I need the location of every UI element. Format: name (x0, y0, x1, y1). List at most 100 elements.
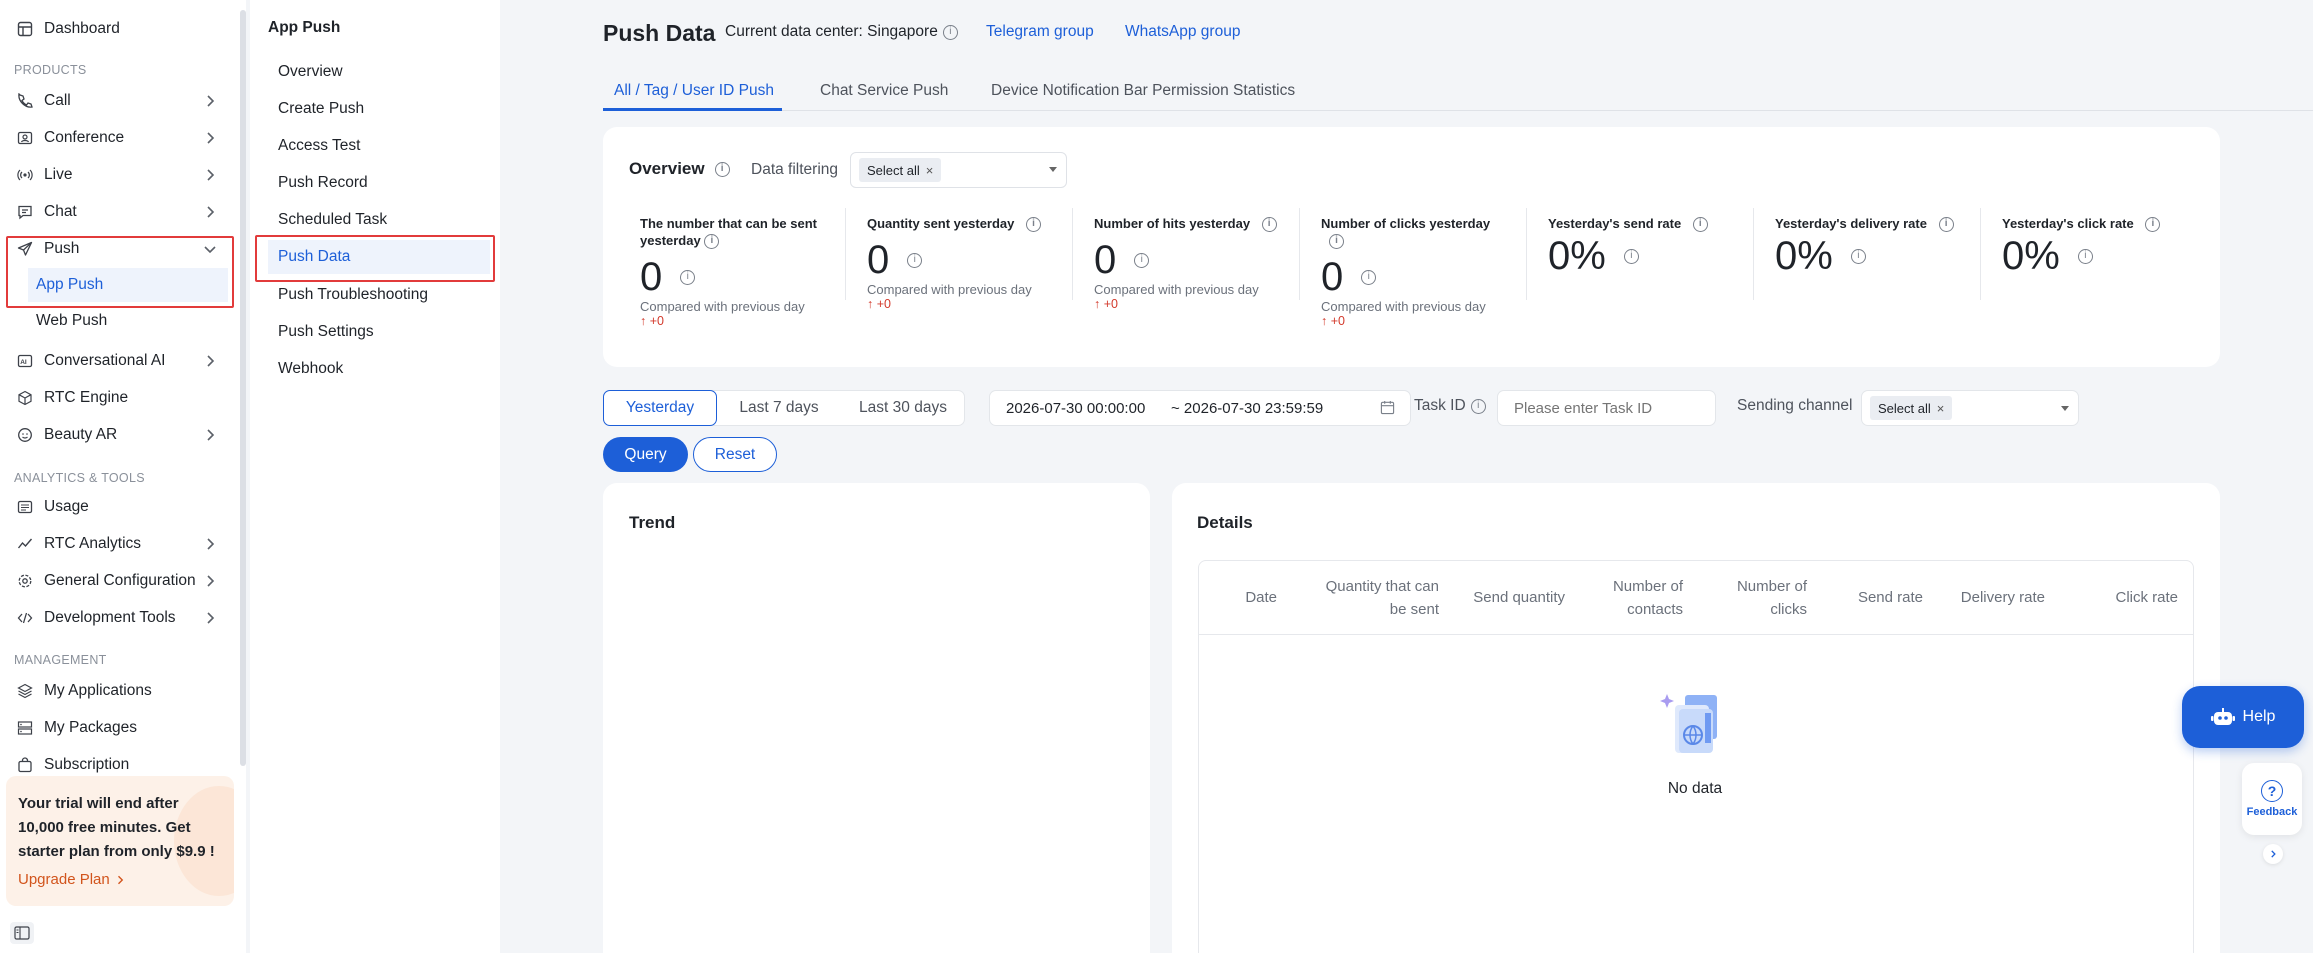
end-date[interactable]: ~ 2026-07-30 23:59:59 (1171, 400, 1323, 417)
sidebar-item-beauty-ar[interactable]: Beauty AR (8, 418, 230, 452)
whatsapp-group-link[interactable]: WhatsApp group (1125, 23, 1240, 41)
sidebar-scrollbar[interactable] (240, 10, 246, 766)
sidebar-item-conference[interactable]: Conference (8, 121, 230, 155)
metric-delta-value: +0 (1330, 314, 1345, 329)
start-date[interactable]: 2026-07-30 00:00:00 (1006, 400, 1145, 417)
chevron-right-icon (114, 874, 126, 886)
metric-value: 0 (1321, 255, 1344, 300)
info-icon[interactable]: i (1623, 248, 1639, 264)
query-button[interactable]: Query (603, 437, 688, 472)
metric-value-row: 0i (1321, 255, 1501, 299)
empty-state-icon (1659, 693, 1731, 755)
range-last-7-days[interactable]: Last 7 days (717, 390, 841, 426)
info-icon[interactable]: i (1134, 252, 1150, 268)
sidebar-item-usage[interactable]: Usage (8, 490, 230, 524)
info-icon[interactable]: i (1261, 217, 1277, 233)
metric-title-text: Yesterday's send rate (1548, 216, 1682, 231)
column-header-send-rate[interactable]: Send rate (1819, 586, 1923, 609)
info-icon[interactable]: i (907, 252, 923, 268)
column-header-contacts[interactable]: Number of contacts (1589, 575, 1683, 621)
details-card: Details Date Quantity that can be sent S… (1172, 483, 2220, 953)
submenu-item-access-test[interactable]: Access Test (268, 129, 490, 163)
submenu-item-scheduled-task[interactable]: Scheduled Task (268, 203, 490, 237)
sidebar-item-web-push[interactable]: Web Push (28, 304, 228, 338)
sidebar-item-development-tools[interactable]: Development Tools (8, 601, 230, 635)
tab-all-tag-user-id-push[interactable]: All / Tag / User ID Push (614, 82, 774, 100)
info-icon[interactable]: i (680, 269, 696, 285)
sidebar-item-label: My Packages (44, 719, 138, 736)
submenu-item-push-settings[interactable]: Push Settings (268, 315, 490, 349)
info-icon[interactable]: i (704, 234, 720, 250)
close-icon[interactable]: × (926, 163, 934, 178)
tab-device-notification-statistics[interactable]: Device Notification Bar Permission Stati… (991, 82, 1295, 100)
close-icon[interactable]: × (1937, 401, 1945, 416)
reset-button[interactable]: Reset (693, 437, 777, 472)
metric-value: 0% (1548, 234, 1606, 279)
expand-widget-button[interactable] (2263, 844, 2283, 864)
submenu-item-push-record[interactable]: Push Record (268, 166, 490, 200)
channel-tag-label: Select all (1878, 400, 1931, 416)
sidebar-item-conversational-ai[interactable]: AI Conversational AI (8, 344, 230, 378)
metric-click-rate: Yesterday's click rate i 0% i (2002, 215, 2161, 278)
metric-divider (845, 208, 846, 300)
range-yesterday[interactable]: Yesterday (603, 390, 717, 426)
date-range-picker[interactable]: 2026-07-30 00:00:00 ~ 2026-07-30 23:59:5… (989, 390, 1411, 426)
upgrade-plan-link[interactable]: Upgrade Plan (18, 871, 126, 888)
task-id-input[interactable] (1497, 390, 1716, 426)
sidebar-item-general-configuration[interactable]: General Configuration (8, 564, 230, 598)
submenu-item-webhook[interactable]: Webhook (268, 352, 490, 386)
collapse-sidebar-button[interactable] (10, 922, 34, 944)
metric-value-row: 0i (640, 255, 820, 299)
sidebar-item-my-applications[interactable]: My Applications (8, 674, 230, 708)
column-header-clicks[interactable]: Number of clicks (1719, 575, 1807, 621)
main-content: Push Data Current data center: Singapore… (500, 0, 2313, 953)
info-icon[interactable]: i (714, 161, 730, 177)
submenu-item-create-push[interactable]: Create Push (268, 92, 490, 126)
sidebar-item-chat[interactable]: Chat (8, 195, 230, 229)
metric-divider (1072, 208, 1073, 300)
info-icon[interactable]: i (2077, 248, 2093, 264)
metric-value-row: 0i (867, 238, 1041, 282)
telegram-group-link[interactable]: Telegram group (986, 23, 1094, 41)
sidebar-item-rtc-engine[interactable]: RTC Engine (8, 381, 230, 415)
info-icon[interactable]: i (2145, 217, 2161, 233)
metric-value: 0 (1094, 238, 1117, 283)
submenu-item-push-troubleshooting[interactable]: Push Troubleshooting (268, 278, 490, 312)
metric-title-text: Quantity sent yesterday (867, 216, 1015, 231)
info-icon[interactable]: i (1470, 398, 1486, 414)
submenu-item-overview[interactable]: Overview (268, 55, 490, 89)
column-header-click-rate[interactable]: Click rate (2079, 586, 2178, 609)
conference-icon (16, 129, 34, 147)
metric-title: Yesterday's send rate i (1548, 215, 1708, 233)
calendar-icon[interactable] (1380, 400, 1395, 415)
sidebar-item-rtc-analytics[interactable]: RTC Analytics (8, 527, 230, 561)
highlight-box (255, 235, 495, 282)
sidebar-item-live[interactable]: Live (8, 158, 230, 192)
tabs-divider (603, 110, 2313, 111)
info-icon[interactable]: i (1692, 217, 1708, 233)
column-header-send-quantity[interactable]: Send quantity (1439, 586, 1565, 609)
sending-channel-select[interactable]: Select all × (1861, 390, 2079, 426)
chevron-right-icon (202, 167, 218, 183)
data-filtering-select[interactable]: Select all × (850, 152, 1067, 188)
metric-title: The number that can be sent yesterday i (640, 215, 820, 250)
info-icon[interactable]: i (1361, 269, 1377, 285)
range-last-30-days[interactable]: Last 30 days (841, 390, 965, 426)
info-icon[interactable]: i (1026, 217, 1042, 233)
column-header-date[interactable]: Date (1219, 586, 1277, 609)
column-header-delivery-rate[interactable]: Delivery rate (1939, 586, 2045, 609)
help-button[interactable]: Help (2182, 686, 2304, 748)
info-icon[interactable]: i (1329, 234, 1344, 250)
info-icon[interactable]: i (1850, 248, 1866, 264)
submenu-title: App Push (268, 19, 341, 36)
info-icon[interactable]: i (1938, 217, 1954, 233)
chat-icon (16, 203, 34, 221)
feedback-button[interactable]: ? Feedback (2242, 763, 2302, 835)
sidebar-item-call[interactable]: Call (8, 84, 230, 118)
metric-compare: Compared with previous day (1321, 299, 1486, 315)
sidebar-item-dashboard[interactable]: Dashboard (8, 12, 230, 46)
sidebar-item-my-packages[interactable]: My Packages (8, 711, 230, 745)
tab-chat-service-push[interactable]: Chat Service Push (820, 82, 948, 100)
column-header-quantity-sendable[interactable]: Quantity that can be sent (1319, 575, 1439, 621)
info-icon[interactable]: i (942, 24, 958, 40)
